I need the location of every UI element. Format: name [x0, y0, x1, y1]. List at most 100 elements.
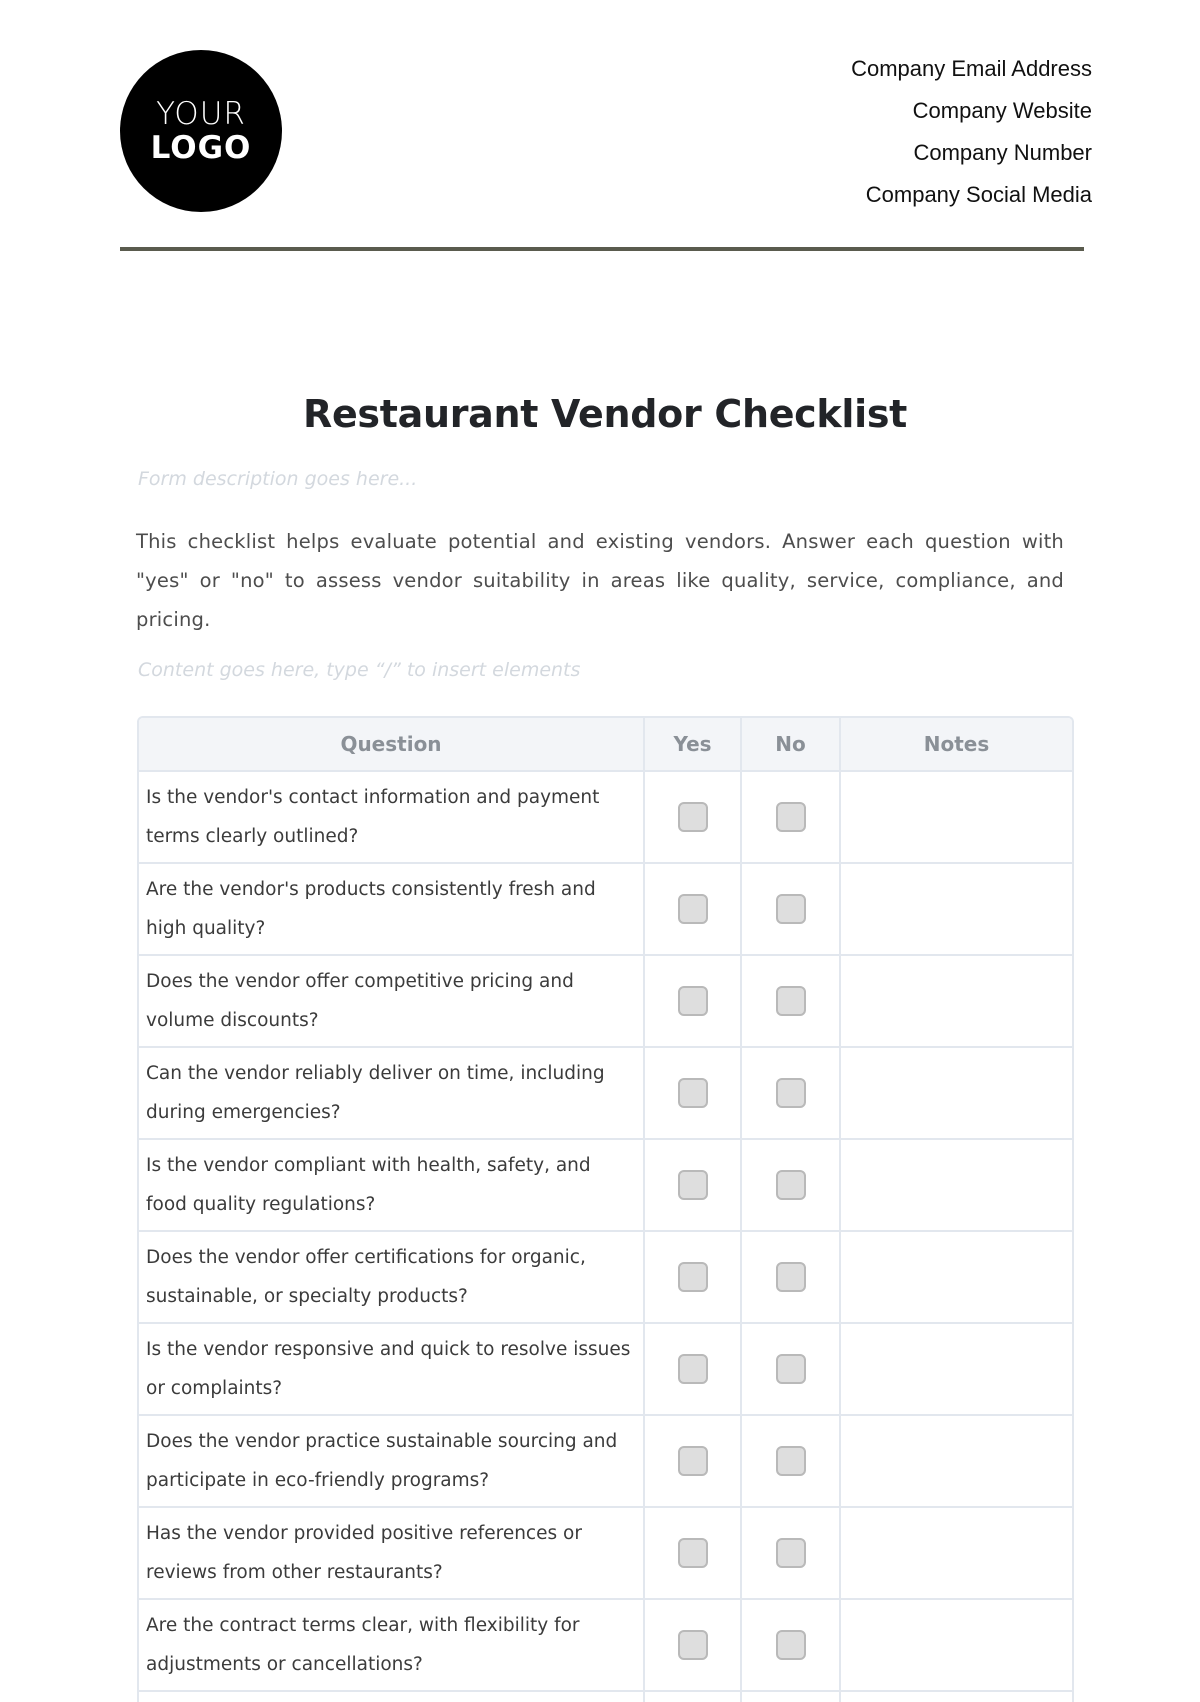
question-cell: Can the vendor reliably deliver on time,… — [139, 1048, 645, 1138]
logo-line-2: LOGO — [150, 130, 252, 166]
yes-cell — [645, 1324, 742, 1414]
table-row: Are the contract terms clear, with flexi… — [139, 1600, 1072, 1692]
notes-cell[interactable] — [841, 1416, 1072, 1506]
notes-cell[interactable] — [841, 1600, 1072, 1690]
no-checkbox[interactable] — [775, 1446, 806, 1476]
yes-cell — [645, 1600, 742, 1690]
intro-paragraph[interactable]: This checklist helps evaluate potential … — [136, 522, 1064, 639]
no-checkbox[interactable] — [775, 1170, 806, 1200]
no-checkbox[interactable] — [775, 986, 806, 1016]
table-row: Does the vendor offer competitive pricin… — [139, 956, 1072, 1048]
table-row: Does the vendor practice sustainable sou… — [139, 1416, 1072, 1508]
yes-checkbox[interactable] — [677, 1170, 708, 1200]
table-row: Does the vendor offer certifications for… — [139, 1232, 1072, 1324]
no-checkbox[interactable] — [775, 1262, 806, 1292]
no-checkbox[interactable] — [775, 1078, 806, 1108]
no-cell — [742, 772, 841, 862]
header-notes: Notes — [923, 732, 990, 756]
yes-cell — [645, 956, 742, 1046]
no-cell — [742, 1048, 841, 1138]
company-logo: YOUR LOGO — [120, 50, 282, 212]
question-text: Does the vendor offer competitive pricin… — [146, 971, 574, 1031]
question-text: Is the vendor responsive and quick to re… — [146, 1339, 631, 1399]
table-row: Can the vendor reliably deliver on time,… — [139, 1048, 1072, 1140]
yes-cell — [645, 1416, 742, 1506]
document-title[interactable]: Restaurant Vendor Checklist — [0, 392, 1200, 436]
no-cell — [742, 1324, 841, 1414]
yes-cell — [645, 772, 742, 862]
yes-checkbox[interactable] — [677, 1078, 708, 1108]
yes-checkbox[interactable] — [677, 1630, 708, 1660]
table-row: Is the vendor compliant with health, saf… — [139, 1140, 1072, 1232]
table-body: Is the vendor's contact information and … — [139, 772, 1072, 1702]
yes-cell — [645, 1140, 742, 1230]
notes-cell[interactable] — [841, 1692, 1072, 1702]
yes-checkbox[interactable] — [677, 1354, 708, 1384]
notes-cell[interactable] — [841, 956, 1072, 1046]
table-header-row: Question Yes No Notes — [139, 718, 1072, 772]
yes-cell — [645, 1692, 742, 1702]
yes-checkbox[interactable] — [677, 1446, 708, 1476]
yes-cell — [645, 1508, 742, 1598]
company-website: Company Website — [912, 98, 1092, 123]
question-cell: Is the vendor responsive and quick to re… — [139, 1324, 645, 1414]
table-row: Are the vendor's products consistently f… — [139, 864, 1072, 956]
yes-checkbox[interactable] — [677, 802, 708, 832]
yes-checkbox[interactable] — [677, 894, 708, 924]
header-divider — [120, 247, 1084, 251]
table-row: Is the vendor's contact information and … — [139, 772, 1072, 864]
company-email: Company Email Address — [851, 56, 1092, 81]
notes-cell[interactable] — [841, 1048, 1072, 1138]
no-cell — [742, 864, 841, 954]
company-social-media: Company Social Media — [865, 182, 1092, 207]
question-cell: Are the vendor's products consistently f… — [139, 864, 645, 954]
question-text: Can the vendor reliably deliver on time,… — [146, 1063, 605, 1123]
question-text: Is the vendor compliant with health, saf… — [146, 1155, 591, 1215]
no-cell — [742, 956, 841, 1046]
question-cell: Does the vendor offer certifications for… — [139, 1232, 645, 1322]
logo-line-1: YOUR — [156, 96, 246, 132]
question-cell: Is the vendor compliant with health, saf… — [139, 1140, 645, 1230]
question-cell: Does the vendor practice sustainable sou… — [139, 1416, 645, 1506]
yes-checkbox[interactable] — [677, 986, 708, 1016]
notes-cell[interactable] — [841, 772, 1072, 862]
document-page: YOUR LOGO Company Email Address Company … — [0, 0, 1200, 1702]
no-checkbox[interactable] — [775, 1538, 806, 1568]
no-checkbox[interactable] — [775, 1354, 806, 1384]
no-cell — [742, 1416, 841, 1506]
question-cell: Is the vendor's contact information and … — [139, 772, 645, 862]
question-cell: Does the vendor offer competitive pricin… — [139, 956, 645, 1046]
question-text: Is the vendor's contact information and … — [146, 787, 600, 847]
header-no: No — [742, 718, 841, 770]
question-text: Does the vendor practice sustainable sou… — [146, 1431, 618, 1491]
no-cell — [742, 1140, 841, 1230]
notes-cell[interactable] — [841, 864, 1072, 954]
no-cell — [742, 1600, 841, 1690]
notes-cell[interactable] — [841, 1508, 1072, 1598]
vendor-checklist-table: Question Yes No Notes Is the vendor's co… — [137, 716, 1074, 1702]
question-text: Are the vendor's products consistently f… — [146, 879, 596, 939]
header-yes: Yes — [645, 718, 742, 770]
table-row: Is the vendor responsive and quick to re… — [139, 1324, 1072, 1416]
question-text: Are the contract terms clear, with flexi… — [146, 1615, 580, 1675]
yes-cell — [645, 864, 742, 954]
no-checkbox[interactable] — [775, 894, 806, 924]
notes-cell[interactable] — [841, 1232, 1072, 1322]
no-cell — [742, 1232, 841, 1322]
content-placeholder[interactable]: Content goes here, type “/” to insert el… — [138, 659, 580, 681]
notes-cell[interactable] — [841, 1324, 1072, 1414]
no-cell — [742, 1692, 841, 1702]
yes-cell — [645, 1048, 742, 1138]
no-checkbox[interactable] — [775, 1630, 806, 1660]
company-contact-block: Company Email Address Company Website Co… — [851, 54, 1092, 222]
yes-checkbox[interactable] — [677, 1262, 708, 1292]
header-question: Question — [139, 718, 645, 770]
yes-checkbox[interactable] — [677, 1538, 708, 1568]
question-cell: Are the contract terms clear, with flexi… — [139, 1600, 645, 1690]
table-row: Has the vendor provided positive referen… — [139, 1508, 1072, 1600]
question-cell: Has the vendor provided positive referen… — [139, 1508, 645, 1598]
question-cell — [139, 1692, 645, 1702]
no-checkbox[interactable] — [775, 802, 806, 832]
notes-cell[interactable] — [841, 1140, 1072, 1230]
form-description-placeholder[interactable]: Form description goes here... — [138, 468, 417, 490]
